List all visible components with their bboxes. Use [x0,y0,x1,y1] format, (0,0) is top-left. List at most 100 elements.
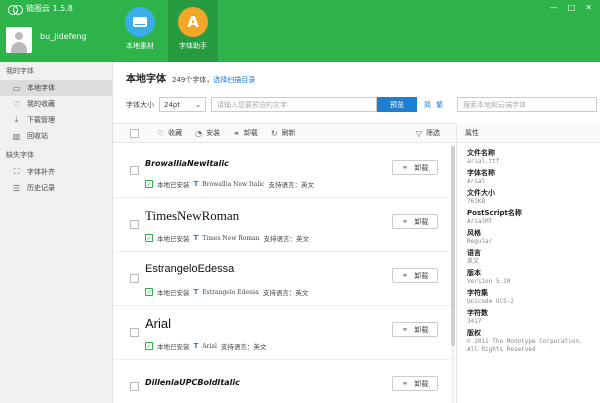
nav-local-assets[interactable]: 本地素材 [115,0,165,62]
sidebar-item-history[interactable]: ☰ 历史记录 [0,180,112,196]
font-name: EstrangeloEdessa [145,263,235,275]
font-size-label: 字体大小 [126,100,154,109]
prop-label: 字体名称 [467,169,495,177]
heart-icon: ♡ [157,128,165,138]
font-a-icon: A [178,7,208,37]
filter-icon: ▽ [415,128,422,138]
table-row[interactable]: EstrangeloEdessa ✓ 本地已安装 T Estrangelo Ed… [113,252,456,306]
properties-body: 文件名称 arial.ttf 字体名称 Arial 文件大小 761KB Pos… [457,143,600,363]
sidebar-item-favorites[interactable]: ♡ 我的收藏 [0,96,112,112]
heart-icon: ♡ [12,99,21,109]
list-toolbar: ♡ 收藏 ◔ 安装 ⚭ 卸载 ↻ 刷新 ▽ 筛选 [113,123,456,143]
username: bu_jidefeng [40,31,87,41]
preview-button[interactable]: 预览 [377,97,417,112]
traditional-link[interactable]: 繁 [436,100,443,110]
chevron-down-icon: ⌄ [195,100,201,109]
sidebar: 我的字体 ▭ 本地字体 ♡ 我的收藏 ⤓ 下载管理 ▥ 回收站 缺失字体 ⛶ 字… [0,62,113,403]
prop-label: 语言 [467,249,481,257]
install-button[interactable]: ◔ 安装 [195,128,220,138]
select-all-checkbox[interactable] [130,128,139,138]
font-name: BrowalliaNewItalic [145,159,229,168]
app-title: 链图云 1.5.8 [26,4,73,13]
refresh-icon: ↻ [270,128,278,138]
font-meta: ✓ 本地已安装 T Times New Roman 支持语言： 英文 [145,234,310,243]
link-icon: ⚭ [401,163,409,172]
prop-label: PostScript名称 [467,209,522,217]
simplified-link[interactable]: 简 [424,100,431,110]
installed-check-icon: ✓ [145,342,153,350]
prop-value: Version 5.10 [467,278,511,285]
scan-directory-link[interactable]: 选择扫描目录 [213,75,255,85]
minimize-icon[interactable]: — [550,3,558,12]
sidebar-section-my-fonts: 我的字体 [6,67,34,75]
close-icon[interactable]: ✕ [585,3,592,12]
favorite-button[interactable]: ♡ 收藏 [157,128,182,138]
main-panel: 本地字体 249个字体， 选择扫描目录 字体大小 24pt ⌄ 请输入您要预览的… [113,62,600,403]
nav-font-assistant[interactable]: A 字体助手 [168,0,218,62]
prop-value: 3417 [467,318,482,325]
row-checkbox[interactable] [130,328,139,337]
properties-header: 属性 [457,123,600,143]
sidebar-item-font-completion[interactable]: ⛶ 字体补齐 [0,164,112,180]
installed-check-icon: ✓ [145,288,153,296]
link-icon: ⚭ [233,128,240,138]
link-icon: ⚭ [401,271,409,280]
uninstall-button[interactable]: ⚭ 卸载 [233,128,258,138]
font-meta: ✓ 本地已安装 T Browallia New Italic 支持语言： 英文 [145,180,315,189]
uninstall-font-button[interactable]: ⚭ 卸载 [392,322,438,337]
prop-label: 文件大小 [467,189,495,197]
prop-value: Regular [467,238,493,245]
scan-icon: ⛶ [13,167,20,176]
scroll-thumb[interactable] [451,146,455,346]
link-icon: ⚭ [401,325,409,334]
table-row[interactable]: TimesNewRoman ✓ 本地已安装 T Times New Roman … [113,198,456,252]
list-scrollbar[interactable] [451,144,455,403]
refresh-button[interactable]: ↻ 刷新 [271,128,296,138]
top-bar: 链图云 1.5.8 bu_jidefeng 本地素材 A 字体助手 — □ ✕ [0,0,600,62]
uninstall-font-button[interactable]: ⚭ 卸载 [392,376,438,391]
prop-value: Arial [467,178,486,185]
table-row[interactable]: BrowalliaNewItalic ✓ 本地已安装 T Browallia N… [113,144,456,198]
monitor-icon: ▭ [12,83,21,93]
sidebar-item-trash[interactable]: ▥ 回收站 [0,128,112,144]
user-profile[interactable]: bu_jidefeng [6,27,86,53]
table-row[interactable]: Arial ✓ 本地已安装 T Arial 支持语言： 英文 ⚭ 卸载 [113,306,456,360]
link-icon: ⚭ [401,217,409,226]
sidebar-item-downloads[interactable]: ⤓ 下载管理 [0,112,112,128]
row-checkbox[interactable] [130,274,139,283]
filter-button[interactable]: ▽ 筛选 [416,128,440,138]
font-meta: ✓ 本地已安装 T Arial 支持语言： 英文 [145,342,267,351]
prop-value: 英文 [467,258,480,265]
prop-label: 字符数 [467,309,488,317]
uninstall-font-button[interactable]: ⚭ 卸载 [392,268,438,283]
uninstall-font-button[interactable]: ⚭ 卸载 [392,214,438,229]
prop-label: 风格 [467,229,481,237]
page-title: 本地字体 [126,74,166,85]
truetype-icon: T [193,288,199,296]
preview-text-input[interactable]: 请输入您要预览的文字 [211,97,377,112]
cloud-logo-icon [8,4,23,15]
prop-value: © 2011 The Monotype Corporation. All Rig… [467,338,583,353]
font-name: DilleniaUPCBoldItalic [145,378,240,387]
row-checkbox[interactable] [130,166,139,175]
drive-icon [125,7,155,37]
window-controls: — □ ✕ [550,3,592,12]
search-input[interactable]: 搜索本地和云端字体 [457,97,597,112]
prop-label: 版权 [467,329,481,337]
row-checkbox[interactable] [130,382,139,391]
sidebar-item-label: 我的收藏 [27,100,55,108]
font-size-select[interactable]: 24pt ⌄ [159,97,206,112]
table-row[interactable]: DilleniaUPCBoldItalic ⚭ 卸载 [113,360,456,403]
sidebar-item-label: 字体补齐 [27,168,55,176]
sidebar-item-label: 本地字体 [27,84,55,92]
nav-label: 字体助手 [179,42,207,50]
uninstall-font-button[interactable]: ⚭ 卸载 [392,160,438,175]
font-name: Arial [145,316,172,331]
prop-label: 版本 [467,269,481,277]
history-icon: ☰ [12,183,21,193]
maximize-icon[interactable]: □ [568,3,576,12]
avatar[interactable] [6,27,32,53]
sidebar-item-local-fonts[interactable]: ▭ 本地字体 [0,80,112,96]
row-checkbox[interactable] [130,220,139,229]
sidebar-section-missing-fonts: 缺失字体 [6,151,34,159]
